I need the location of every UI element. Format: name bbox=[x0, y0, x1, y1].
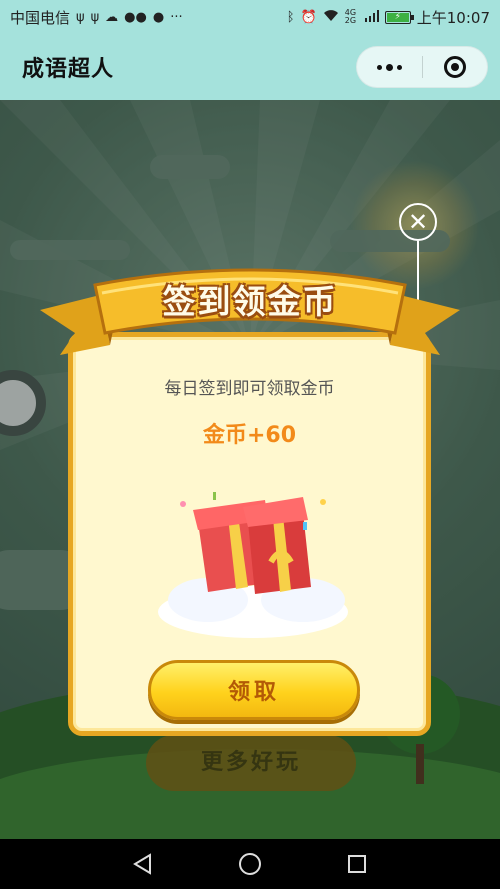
claim-button[interactable]: 领取 bbox=[148, 660, 360, 720]
dialog-subtitle: 每日签到即可领取金币 bbox=[164, 379, 335, 399]
more-dots-icon bbox=[376, 63, 402, 71]
banner-title: 签到领金币 bbox=[162, 282, 338, 321]
status-right: ᛒ ⏰ 4G 2G ⚡ 上午10:07 bbox=[287, 7, 490, 28]
miniprogram-capsule bbox=[356, 46, 488, 88]
carrier-label: 中国电信 bbox=[10, 8, 71, 27]
status-bar: 中国电信 ψ ψ ☁ ●● ● ··· ᛒ ⏰ 4G 2G ⚡ 上午10:07 bbox=[0, 0, 500, 34]
page-title: 成语超人 bbox=[22, 57, 115, 82]
usb-icon: ψ bbox=[90, 9, 100, 25]
back-triangle-icon bbox=[133, 853, 152, 875]
app-navbar: 成语超人 bbox=[0, 34, 500, 100]
cloud-message-icon: ☁ bbox=[105, 9, 119, 25]
back-button[interactable] bbox=[123, 844, 163, 884]
home-circle-icon bbox=[238, 853, 261, 875]
home-button[interactable] bbox=[230, 844, 270, 884]
close-icon: ✕ bbox=[407, 208, 429, 236]
gift-box-icon bbox=[158, 492, 348, 638]
chat-bubble-icon: ● bbox=[152, 9, 165, 25]
wechat-icon: ●● bbox=[124, 9, 147, 25]
more-menu-button[interactable] bbox=[357, 47, 422, 87]
target-icon bbox=[443, 56, 466, 78]
bluetooth-icon: ᛒ bbox=[286, 9, 295, 25]
clock: 上午10:07 bbox=[416, 8, 490, 27]
close-miniprogram-button[interactable] bbox=[423, 47, 488, 87]
alarm-icon: ⏰ bbox=[300, 9, 317, 25]
battery-icon: ⚡ bbox=[384, 10, 414, 24]
recents-button[interactable] bbox=[337, 844, 377, 884]
usb-icon: ψ bbox=[76, 9, 85, 25]
status-left: 中国电信 ψ ψ ☁ ●● ● ··· bbox=[10, 7, 183, 28]
checkin-dialog: 每日签到即可领取金币 金币+60 领取 bbox=[68, 332, 431, 736]
recents-square-icon bbox=[347, 855, 366, 873]
more-icon: ··· bbox=[170, 9, 183, 25]
network-label: 4G 2G bbox=[344, 8, 357, 25]
system-nav-bar bbox=[0, 839, 500, 889]
close-dialog-button[interactable]: ✕ bbox=[399, 203, 437, 241]
signal-icon bbox=[364, 9, 379, 25]
wifi-icon bbox=[323, 9, 339, 25]
reward-amount: 金币+60 bbox=[202, 423, 297, 448]
